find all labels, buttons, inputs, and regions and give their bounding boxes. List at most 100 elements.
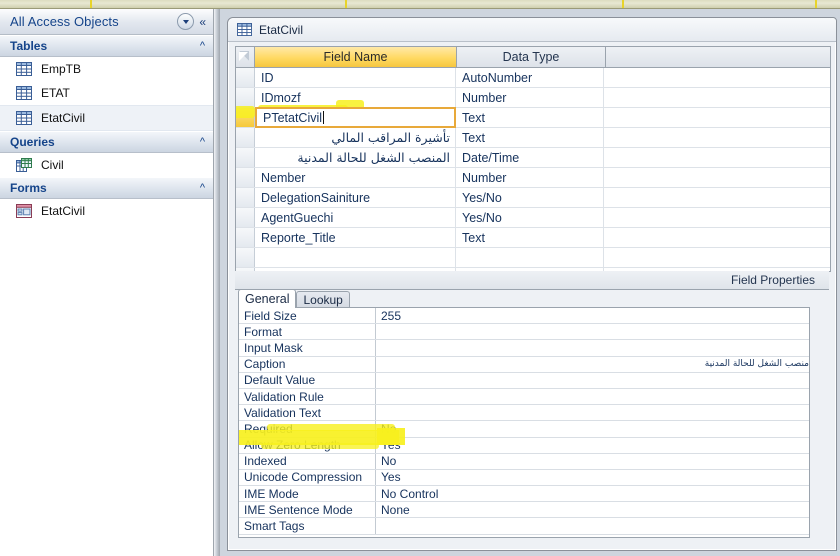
column-header-field-name[interactable]: Field Name [255,47,457,67]
tab-lookup[interactable]: Lookup [296,291,350,308]
property-row[interactable]: Smart Tags [239,518,809,535]
table-row[interactable]: ID AutoNumber [236,68,830,88]
sidebar-item-etatcivil-form[interactable]: EtatCivil [0,199,213,223]
row-selector-current[interactable] [236,108,255,127]
property-value[interactable]: No [376,421,809,436]
cell-field-name[interactable]: Reporte_Title [255,228,456,247]
property-row[interactable]: Indexed No [239,453,809,470]
column-header-data-type[interactable]: Data Type [457,47,606,67]
property-row[interactable]: Format [239,324,809,341]
row-selector[interactable] [236,208,255,227]
property-row[interactable]: IME Sentence Mode None [239,502,809,519]
table-row[interactable]: المنصب الشغل للحالة المدنية Date/Time [236,148,830,168]
cell-data-type[interactable]: Number [456,168,604,187]
table-row[interactable] [236,248,830,268]
cell-description[interactable] [604,128,830,147]
sidebar-item-emptb[interactable]: EmpTB [0,57,213,81]
pane-splitter[interactable] [214,9,220,556]
cell-description[interactable] [604,88,830,107]
row-selector[interactable] [236,168,255,187]
property-value[interactable] [376,324,809,339]
table-row[interactable]: Reporte_Title Text [236,228,830,248]
cell-field-name[interactable]: IDmozf [255,88,456,107]
nav-group-header-tables[interactable]: Tables ^ [0,35,213,57]
property-row-allow-zero-length[interactable]: Allow Zero Length Yes [239,437,809,454]
cell-description[interactable] [604,68,830,87]
table-row[interactable]: AgentGuechi Yes/No [236,208,830,228]
row-selector[interactable] [236,88,255,107]
property-key: Validation Rule [239,388,376,405]
table-row[interactable]: IDmozf Number [236,88,830,108]
property-value[interactable] [376,340,809,355]
tab-general[interactable]: General [238,289,297,308]
cell-data-type[interactable]: Date/Time [456,148,604,167]
property-value[interactable]: None [376,502,809,517]
sidebar-item-etatcivil[interactable]: EtatCivil [0,105,213,131]
select-all-corner[interactable] [236,47,255,67]
row-selector[interactable] [236,68,255,87]
row-selector[interactable] [236,128,255,147]
nav-group-header-forms[interactable]: Forms ^ [0,177,213,199]
cell-description[interactable] [604,168,830,187]
property-row[interactable]: Unicode Compression Yes [239,469,809,487]
property-row[interactable]: Validation Rule [239,388,809,406]
property-value[interactable] [376,373,809,388]
row-selector[interactable] [236,188,255,207]
cell-field-name[interactable]: DelegationSainiture [255,188,456,207]
property-row[interactable]: IME Mode No Control [239,486,809,503]
cell-field-name[interactable]: AgentGuechi [255,208,456,227]
table-icon [16,86,32,100]
property-row[interactable]: Default Value [239,372,809,389]
cell-data-type[interactable]: Number [456,88,604,107]
cell-description[interactable] [604,108,830,127]
property-value[interactable]: Yes [376,470,809,485]
cell-description[interactable] [604,148,830,167]
row-selector[interactable] [236,148,255,167]
cell-data-type[interactable]: Yes/No [456,188,604,207]
cell-data-type[interactable]: Text [456,108,604,127]
property-value[interactable]: منصب الشغل للحالة المدنية [376,357,809,372]
property-row[interactable]: Required No [239,421,809,438]
property-value[interactable]: No [376,454,809,469]
cell-field-name[interactable] [255,248,456,267]
property-value[interactable]: Yes [376,438,809,453]
cell-field-name[interactable]: تأشيرة المراقب المالي [255,128,456,147]
table-row[interactable]: DelegationSainiture Yes/No [236,188,830,208]
sidebar-item-civil[interactable]: Civil [0,153,213,177]
row-selector[interactable] [236,248,255,267]
nav-group-header-queries[interactable]: Queries ^ [0,131,213,153]
cell-data-type[interactable]: AutoNumber [456,68,604,87]
table-row[interactable]: Nember Number [236,168,830,188]
property-value[interactable] [376,518,809,533]
sidebar-item-etat[interactable]: ETAT [0,81,213,105]
row-selector[interactable] [236,228,255,247]
table-icon [16,62,32,76]
column-header-description[interactable] [606,47,830,67]
tab-etatcivil[interactable]: EtatCivil [228,23,303,37]
cell-data-type[interactable]: Text [456,228,604,247]
property-value[interactable] [376,389,809,404]
cell-data-type[interactable]: Yes/No [456,208,604,227]
property-key: Unicode Compression [239,469,376,486]
property-row[interactable]: Input Mask [239,340,809,357]
property-value[interactable]: No Control [376,486,809,501]
cell-data-type[interactable]: Text [456,128,604,147]
cell-field-name-editing[interactable]: PTetatCivil [255,107,456,128]
property-row[interactable]: Validation Text [239,405,809,422]
cell-description[interactable] [604,188,830,207]
double-chevron-left-icon[interactable]: « [199,16,209,28]
property-value[interactable] [376,405,809,420]
table-row-current[interactable]: PTetatCivil Text [236,107,830,128]
cell-description[interactable] [604,208,830,227]
chevron-down-circle-icon[interactable] [177,13,195,30]
property-row[interactable]: Field Size 255 [239,308,809,325]
cell-data-type[interactable] [456,248,604,267]
property-value[interactable]: 255 [376,308,809,323]
cell-field-name[interactable]: ID [255,68,456,87]
table-row[interactable]: تأشيرة المراقب المالي Text [236,128,830,148]
cell-field-name[interactable]: المنصب الشغل للحالة المدنية [255,148,456,167]
property-row[interactable]: Caption منصب الشغل للحالة المدنية [239,356,809,373]
cell-field-name[interactable]: Nember [255,168,456,187]
cell-description[interactable] [604,228,830,247]
cell-description[interactable] [604,248,830,267]
